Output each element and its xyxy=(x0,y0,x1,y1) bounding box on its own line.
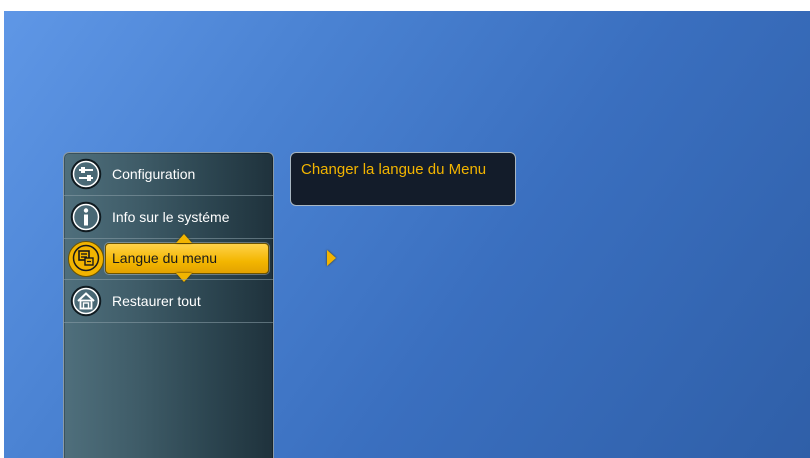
help-tooltip-text: Changer la langue du Menu xyxy=(301,161,487,178)
menu-item-label: Info sur le systéme xyxy=(112,209,230,225)
menu-item-label: Restaurer tout xyxy=(112,293,201,309)
menu-item-configuration[interactable]: Configuration xyxy=(64,153,273,196)
menu-item-system-info[interactable]: Info sur le systéme xyxy=(64,196,273,239)
home-icon xyxy=(69,284,103,318)
menu-item-label: Configuration xyxy=(112,166,196,182)
menu-item-restore-all[interactable]: Restaurer tout xyxy=(64,280,273,323)
help-tooltip: Changer la langue du Menu xyxy=(290,152,516,206)
settings-menu-panel: Configuration Info sur le systéme Langue… xyxy=(63,152,336,458)
submenu-arrow-icon[interactable] xyxy=(327,250,336,266)
info-icon xyxy=(69,200,103,234)
language-icon xyxy=(69,241,103,275)
menu-item-label: Langue du menu xyxy=(112,250,218,266)
menu-item-menu-language[interactable]: Langue du menu xyxy=(64,237,273,280)
sliders-icon xyxy=(69,157,103,191)
tv-screen: Configuration Info sur le systéme Langue… xyxy=(4,11,810,458)
